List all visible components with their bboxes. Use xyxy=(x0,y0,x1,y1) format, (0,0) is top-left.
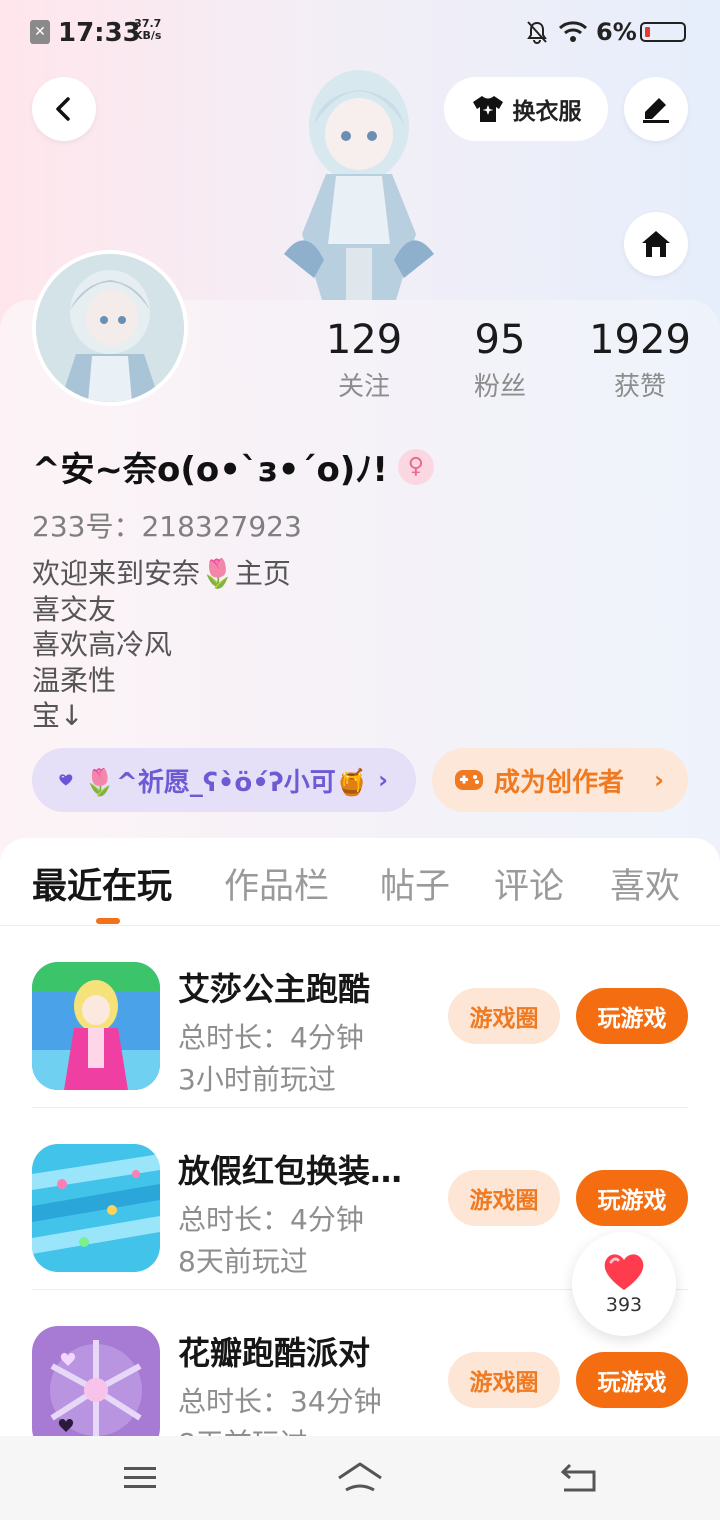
stat-following[interactable]: 129 关注 xyxy=(304,316,424,403)
game-title: 艾莎公主跑酷 xyxy=(178,970,371,1008)
tab-recently-played[interactable]: 最近在玩 xyxy=(32,858,172,909)
wish-button[interactable]: 🌷^祈愿_ʕ•̀ö•́ʔ小可🍯 › xyxy=(32,748,416,812)
back-nav-icon[interactable] xyxy=(560,1462,600,1494)
no-sim-icon: ✕ xyxy=(30,20,50,44)
game-title: 放假红包换装… xyxy=(178,1152,403,1190)
battery-percent: 6% xyxy=(596,18,637,46)
avatar[interactable] xyxy=(32,250,188,406)
bio-line: 喜交友 xyxy=(32,592,117,626)
pencil-icon xyxy=(643,98,669,123)
change-outfit-button[interactable]: 换衣服 xyxy=(444,77,608,141)
bell-muted-icon xyxy=(527,21,547,44)
game-title: 花瓣跑酷派对 xyxy=(178,1334,371,1372)
status-bar: ✕ 17:33 37.7 KB/s 6% xyxy=(0,0,720,64)
game-last-played: 3小时前玩过 xyxy=(178,1063,336,1096)
user-id: 233号：218327923 xyxy=(32,510,302,543)
like-button[interactable]: 393 xyxy=(572,1232,676,1336)
bio-line: 欢迎来到安奈🌷主页 xyxy=(32,557,291,590)
home-nav-icon[interactable] xyxy=(336,1460,384,1494)
status-time: 17:33 xyxy=(58,18,141,48)
play-game-button[interactable]: 玩游戏 xyxy=(576,988,688,1044)
stat-fans-value: 95 xyxy=(474,317,526,363)
bio-line: 宝↓ xyxy=(32,699,84,732)
game-icon xyxy=(32,962,160,1090)
tab-likes[interactable]: 喜欢 xyxy=(610,858,680,909)
game-duration: 总时长：4分钟 xyxy=(178,1203,364,1236)
game-duration: 总时长：34分钟 xyxy=(178,1385,382,1418)
wish-label: 🌷^祈愿_ʕ•̀ö•́ʔ小可🍯 xyxy=(83,767,369,798)
tab-works[interactable]: 作品栏 xyxy=(224,858,329,909)
menu-icon[interactable] xyxy=(122,1464,158,1492)
nickname-row: ^安~奈o(o•`з•´o)ﾉ! ♀ xyxy=(32,442,434,491)
system-nav-bar xyxy=(0,1436,720,1520)
like-count: 393 xyxy=(605,1294,643,1316)
list-item[interactable]: 艾莎公主跑酷 总时长：4分钟 3小时前玩过 游戏圈 玩游戏 xyxy=(0,926,720,1108)
wifi-icon xyxy=(558,21,588,42)
bio-line: 温柔性 xyxy=(32,663,117,697)
chevron-left-icon xyxy=(56,97,70,121)
tab-bar: 最近在玩 作品栏 帖子 评论 喜欢 xyxy=(0,858,720,926)
game-duration: 总时长：4分钟 xyxy=(178,1021,364,1054)
chevron-right-icon: › xyxy=(654,766,664,794)
battery-icon xyxy=(640,22,686,42)
tab-comments[interactable]: 评论 xyxy=(494,858,564,909)
nickname: ^安~奈o(o•`з•´o)ﾉ! xyxy=(32,450,388,490)
back-button[interactable] xyxy=(32,77,96,141)
game-icon xyxy=(32,1144,160,1272)
play-game-button[interactable]: 玩游戏 xyxy=(576,1170,688,1226)
female-icon: ♀ xyxy=(397,448,434,485)
game-circle-button[interactable]: 游戏圈 xyxy=(448,1170,560,1226)
edit-profile-button[interactable] xyxy=(624,77,688,141)
bio: 欢迎来到安奈🌷主页 喜交友 喜欢高冷风 温柔性 宝↓ xyxy=(32,556,291,734)
game-icon xyxy=(32,1326,160,1454)
home-icon xyxy=(642,231,670,257)
stat-fans[interactable]: 95 粉丝 xyxy=(440,316,560,403)
active-tab-indicator xyxy=(96,918,120,924)
stat-following-label: 关注 xyxy=(337,372,390,402)
heart-icon xyxy=(59,774,73,786)
avatar-figure xyxy=(276,64,442,300)
become-creator-button[interactable]: 成为创作者 › xyxy=(432,748,688,812)
home-button[interactable] xyxy=(624,212,688,276)
play-game-button[interactable]: 玩游戏 xyxy=(576,1352,688,1408)
stat-following-value: 129 xyxy=(325,317,403,363)
chevron-right-icon: › xyxy=(378,766,388,794)
heart-icon xyxy=(604,1254,644,1290)
stat-likes-label: 获赞 xyxy=(613,372,666,402)
bio-line: 喜欢高冷风 xyxy=(32,628,173,661)
game-circle-button[interactable]: 游戏圈 xyxy=(448,1352,560,1408)
game-last-played: 8天前玩过 xyxy=(178,1245,308,1278)
game-circle-button[interactable]: 游戏圈 xyxy=(448,988,560,1044)
become-creator-label: 成为创作者 xyxy=(494,767,625,798)
stat-likes[interactable]: 1929 获赞 xyxy=(580,316,700,403)
network-speed: 37.7 KB/s xyxy=(134,18,161,42)
tshirt-icon xyxy=(472,96,503,122)
gamepad-icon xyxy=(455,770,483,790)
stat-fans-label: 粉丝 xyxy=(473,372,526,402)
stat-likes-value: 1929 xyxy=(589,317,691,363)
tab-posts[interactable]: 帖子 xyxy=(380,858,450,909)
change-outfit-label: 换衣服 xyxy=(512,99,582,125)
network-speed-unit: KB/s xyxy=(134,29,162,42)
